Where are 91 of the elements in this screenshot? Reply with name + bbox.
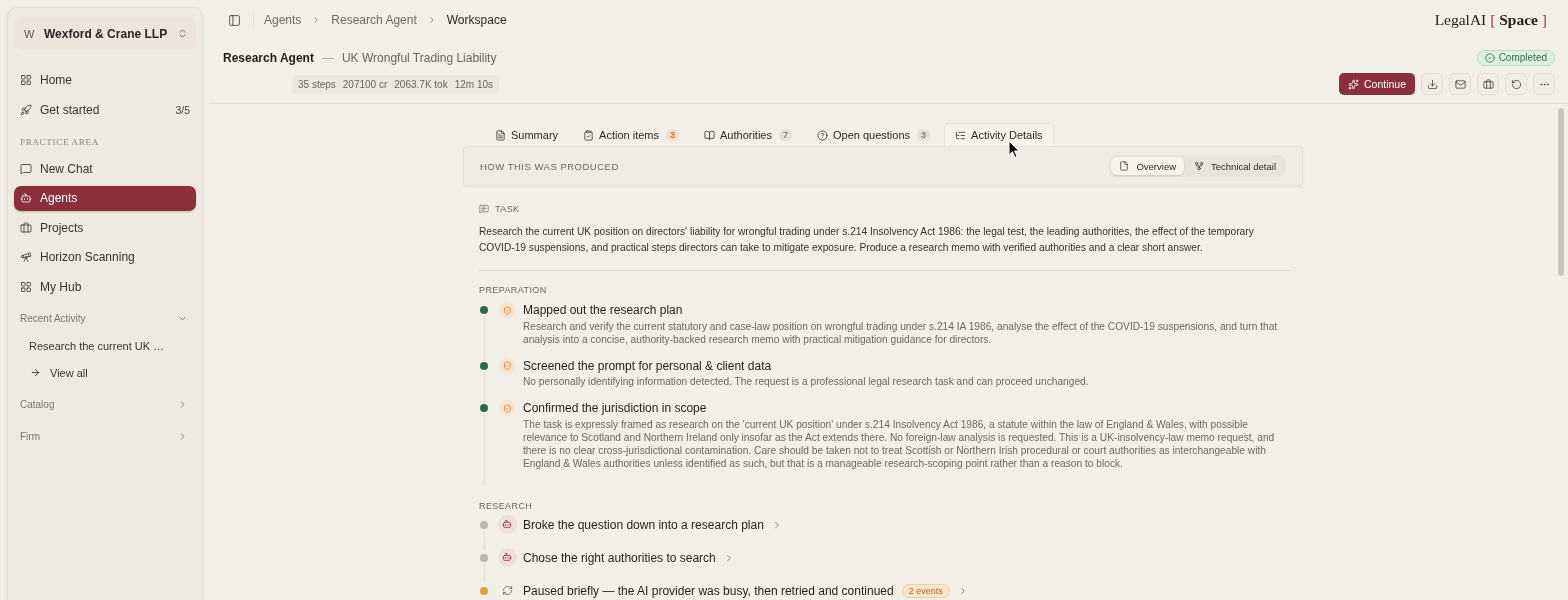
stat-text: 2063.7K tok (394, 78, 448, 90)
step-title: Confirmed the jurisdiction in scope (523, 401, 707, 415)
robot-icon (20, 192, 32, 204)
recent-activity-toggle[interactable]: Recent Activity (14, 308, 196, 329)
briefcase-button[interactable] (1477, 73, 1499, 95)
nav-item[interactable]: Projects (14, 215, 196, 240)
tab[interactable]: Activity Details (944, 123, 1054, 146)
card-heading: HOW THIS WAS PRODUCED (480, 160, 619, 172)
nav-item[interactable]: Home (14, 67, 196, 93)
step-title: Mapped out the research plan (523, 303, 683, 317)
nav-item[interactable]: My Hub (14, 274, 196, 299)
grid-icon (20, 280, 32, 293)
refresh-button[interactable] (1505, 73, 1527, 95)
clipboard-check-icon (583, 129, 595, 141)
panel-icon (228, 13, 241, 27)
tab[interactable]: Open questions 3 (806, 123, 942, 146)
stat-text: 35 steps (298, 78, 336, 90)
matter-title: UK Wrongful Trading Liability (341, 50, 497, 65)
recent-activity-item[interactable]: Research the current UK … (14, 334, 196, 357)
email-button[interactable] (1449, 73, 1471, 95)
view-option[interactable]: Technical detail (1186, 157, 1284, 175)
status-badge: Completed (1476, 49, 1555, 66)
download-icon (1426, 78, 1438, 90)
check-circle-icon (1484, 52, 1495, 63)
briefcase-icon (20, 221, 32, 234)
robot-icon (497, 547, 517, 567)
grid-icon (20, 74, 32, 86)
step-title: Screened the prompt for personal & client data (523, 358, 772, 373)
message-icon (479, 204, 489, 214)
branch-icon (1194, 161, 1205, 171)
workspace-switcher[interactable]: W Wexford & Crane LLP (14, 17, 196, 50)
chevrons-up-down-icon (177, 28, 188, 39)
sparkles-icon (1347, 78, 1359, 90)
telescope-icon (20, 251, 32, 263)
shield-check-icon (499, 400, 515, 416)
nav-item[interactable]: New Chat (14, 156, 196, 181)
step-title: Paused briefly — the AI provider was busy, then retried and continued (523, 583, 894, 598)
shield-check-icon (499, 357, 515, 374)
nav-item[interactable]: Agents (14, 185, 196, 211)
document-icon (1119, 161, 1130, 171)
breadcrumb-link[interactable]: Workspace (446, 13, 507, 27)
tab[interactable]: Authorities 7 (693, 123, 803, 146)
download-button[interactable] (1421, 73, 1443, 95)
chat-bubble-icon (20, 162, 32, 175)
section-label: TASK (495, 204, 520, 214)
breadcrumb-link[interactable]: Agents (264, 13, 302, 27)
nav-item[interactable]: Get started 3/5 (14, 97, 196, 122)
events-badge: 2 events (901, 583, 950, 598)
view-all-link[interactable]: View all (14, 361, 196, 384)
step-description: The task is expressly framed as research on the 'current UK position' under s.214 Insolvency Act 1986, a statute within the law of England & Wales, with possible relevance to Scotland and Northern Ireland only insofar as the Act extends there. No foreign-law analysis is requested. This is a UK-insolvency-law memo request, and there is no clear cross-jurisdictional contamination. Care should be taken not to treat Scottish or Northern Irish procedural or court authorities as interchangeable with England & Wales authorities unless identified as such, but that is a manageable research-scoping point rather than a reason to block. (523, 417, 1276, 470)
continue-button[interactable]: Continue (1338, 73, 1415, 95)
task-text: Research the current UK position on directors' liability for wrongful trading under s.214 Insolvency Act 1986: the legal test, the leading authorities, the effect of the temporary COVID-19 suspensions, and practical steps directors can take to mitigate exposure. Produce a research memo with verified authorities and a clear short answer. (479, 225, 1255, 255)
briefcase-icon (1482, 78, 1494, 90)
arrow-right-icon (30, 367, 41, 378)
document-icon (495, 129, 506, 141)
refresh-icon (1510, 78, 1522, 90)
progress-count: 3/5 (175, 103, 190, 116)
step-description: No personally identifying information detected. The request is a professional legal research task and can proceed unchanged. (523, 375, 1090, 388)
question-circle-icon (817, 129, 828, 141)
section-heading: PRACTICE AREA (20, 135, 100, 148)
breadcrumb-link[interactable]: Research Agent (331, 13, 417, 27)
nav-item[interactable]: Horizon Scanning (14, 244, 196, 270)
list-tree-icon (955, 129, 967, 141)
step-title: Broke the question down into a research plan (523, 517, 764, 532)
scrollbar-thumb[interactable] (1558, 108, 1564, 276)
tab[interactable]: Action items 3 (572, 123, 690, 146)
title-separator: — (321, 50, 334, 65)
brand-logo: LegalAI [ Space ] (1434, 11, 1547, 29)
step-title: Chose the right authorities to search (523, 550, 716, 565)
more-button[interactable] (1533, 73, 1555, 95)
robot-icon (497, 514, 517, 534)
section-label: PREPARATION (479, 285, 547, 295)
stat-text: 12m 10s (454, 78, 494, 90)
count-badge: 3 (666, 129, 679, 141)
rocket-icon (20, 103, 32, 116)
shield-check-icon (499, 302, 515, 318)
count-badge: 3 (917, 129, 931, 141)
section-label: RESEARCH (479, 500, 533, 511)
agent-title: Research Agent (223, 50, 314, 65)
sidebar-toggle-button[interactable] (228, 13, 241, 27)
stat-text: 207100 cr (342, 78, 388, 90)
count-badge: 7 (779, 129, 792, 141)
mouse-pointer-icon (1008, 140, 1020, 159)
section-toggle[interactable]: Catalog (14, 394, 196, 415)
step-description: Research and verify the current statutory and case-law position on wrongful trading under s.214 IA 1986, analyse the effect of the COVID-19 suspensions, and turn that analysis into a concise, authority-backed research memo with practical mitigation guidance for directors. (523, 319, 1279, 346)
refresh-icon (501, 584, 513, 597)
section-toggle[interactable]: Firm (14, 426, 196, 447)
open-book-icon (704, 129, 715, 141)
envelope-icon (1454, 78, 1466, 90)
tab[interactable]: Summary (484, 123, 570, 146)
view-option[interactable]: Overview (1111, 157, 1185, 175)
